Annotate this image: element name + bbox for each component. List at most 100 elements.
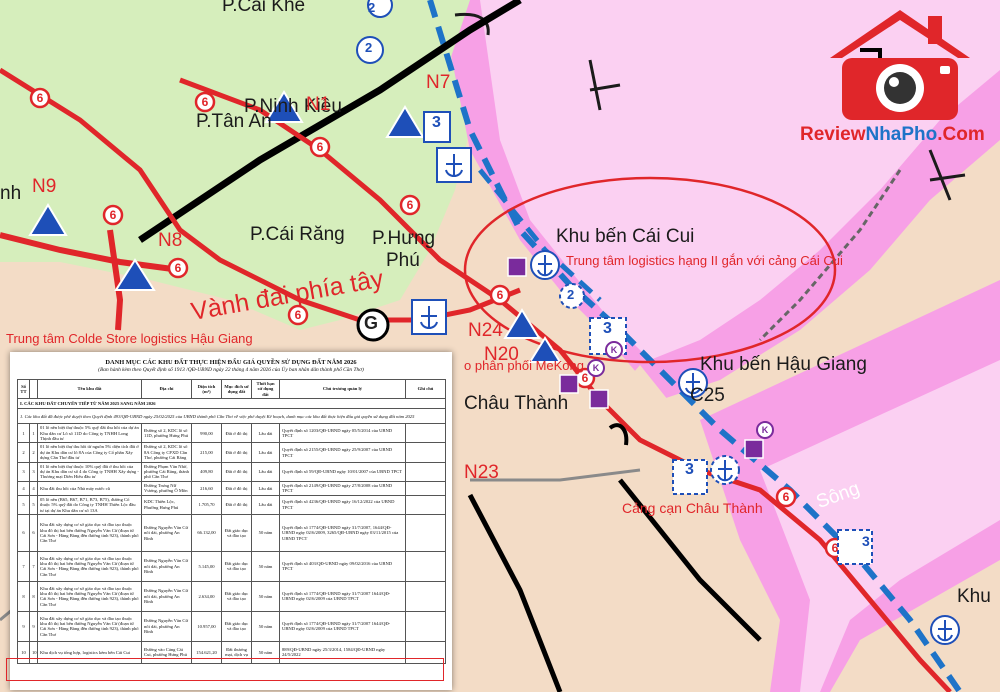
section-row: I. CÁC KHU ĐẤT CHUYỂN TIẾP TỪ NĂM 2025 S… <box>17 398 446 410</box>
table-cell: Khu đất xây dựng cơ sở giáo dục và đào t… <box>37 580 142 612</box>
table-header: Ghi chú <box>405 378 446 400</box>
table-cell: 50 năm <box>251 640 280 664</box>
table-cell: Quyết định số 1774/QĐ-UBND ngày 31/7/200… <box>279 580 406 612</box>
document-title: DANH MỤC CÁC KHU ĐẤT THỰC HIỆN ĐẤU GIÁ Q… <box>105 359 357 366</box>
table-cell: 9 <box>17 610 30 642</box>
table-header: Địa chỉ <box>141 378 192 400</box>
reviewnhapho-logo[interactable]: ReviewNhaPho.Com <box>800 6 995 156</box>
table-row: 6 6 Khu đất xây dựng cơ sở giáo dục và đào… <box>17 513 446 552</box>
table-row: 9 9 Khu đất xây dựng cơ sở giáo dục và đào… <box>17 610 446 642</box>
table-cell <box>405 580 446 612</box>
table-header: Số TT <box>17 378 30 400</box>
port-number: 3 <box>432 114 441 131</box>
table-cell: Đường Phạm Văn Nhờ, phường Cái Răng, thà… <box>141 461 192 482</box>
table-cell: 66.132,00 <box>191 513 222 552</box>
land-list-table: Số TT Tên khu đất Địa chỉ Diện tích (m²)… <box>17 378 446 664</box>
route-6-label: 6 <box>832 541 839 555</box>
table-cell: Quyết định số 1774/QĐ-UBND ngày 31/7/200… <box>279 610 406 642</box>
route-6-label: 6 <box>295 308 302 322</box>
table-cell: 5 <box>17 494 30 515</box>
table-cell: Đất giáo dục và đào tạo <box>221 610 252 642</box>
table-cell <box>405 513 446 552</box>
place-nh: nh <box>0 183 22 204</box>
table-cell: 10 <box>29 640 38 664</box>
table-cell: 2 <box>29 442 38 463</box>
table-cell: 01 lô nền biệt thự thuộc 10% quỹ đất ở t… <box>37 461 142 482</box>
section-note-row: 1. Các khu đất đã được phê duyệt theo Qu… <box>17 408 446 425</box>
table-cell: Đường Nguyễn Văn Cừ nối dài, phường An B… <box>141 580 192 612</box>
table-row: 5 5 05 lô nền (B65, B67, B71, B73, B75), đ… <box>17 494 446 515</box>
table-cell: 01 lô nền biệt thự thu hồi từ nguồn 5% d… <box>37 442 142 463</box>
table-cell: Lâu dài <box>251 494 280 515</box>
port-number: 3 <box>603 320 612 337</box>
road-label-n9: N9 <box>32 176 57 197</box>
table-header: Chủ trương quản lý <box>279 378 406 400</box>
table-cell: 50 năm <box>251 550 280 582</box>
dry-port-chau-thanh-label: Cảng cạn Châu Thành <box>622 500 763 516</box>
table-cell <box>405 640 446 664</box>
road-label-n7: N7 <box>426 72 451 93</box>
table-cell <box>405 494 446 515</box>
table-cell: Đường Nguyễn Văn Cừ nối dài, phường An B… <box>141 610 192 642</box>
table-cell: Đường Nguyễn Văn Cừ nối dài, phường An B… <box>141 513 192 552</box>
table-cell: Lâu dài <box>251 480 280 496</box>
document-subtitle: (Ban hành kèm theo Quyết định số 1913 /Q… <box>98 367 364 373</box>
table-row-highlighted: 10 10 Khu dịch vụ tổng hợp, logistics kèm … <box>17 640 446 664</box>
table-cell: 1 <box>17 423 30 444</box>
cold-store-label: Trung tâm Colde Store logistics Hậu Gian… <box>6 331 253 346</box>
table-header: Mục đích sử dụng đất <box>221 378 252 400</box>
table-header: Thời hạn sử dụng đất <box>251 378 280 400</box>
section-heading: I. CÁC KHU ĐẤT CHUYỂN TIẾP TỪ NĂM 2025 S… <box>17 398 446 410</box>
place-khu: Khu <box>957 586 991 607</box>
table-cell: Quyết định số 2149/QĐ-UBND ngày 27/8/200… <box>279 480 406 496</box>
table-cell: 01 lô nền biệt thự thuộc 5% quỹ đất thu … <box>37 423 142 444</box>
table-cell: 05 lô nền (B65, B67, B71, B73, B75), đườ… <box>37 494 142 515</box>
table-cell: Quyết định số 59/QĐ-UBND ngày 10/01/2007… <box>279 461 406 482</box>
table-cell: Lâu dài <box>251 423 280 444</box>
place-chau-thanh: Châu Thành <box>464 393 569 414</box>
place-hung-phu-line1: P.Hưng <box>372 228 436 249</box>
route-6-label: 6 <box>202 95 209 109</box>
table-cell: Lâu dài <box>251 461 280 482</box>
table-cell: 10 <box>17 640 30 664</box>
table-cell: Khu đất xây dựng cơ sở giáo dục và đào t… <box>37 513 142 552</box>
table-cell: Quyết định số 1774/QĐ-UBND ngày 31/7/200… <box>279 513 406 552</box>
table-cell: 9 <box>29 610 38 642</box>
table-cell: 1 <box>29 423 38 444</box>
port-number: 2 <box>368 0 376 15</box>
table-cell: 409,80 <box>191 461 222 482</box>
table-cell: Đất ở đô thị <box>221 480 252 496</box>
logo-text-com: .Com <box>937 124 985 145</box>
table-header: Tên khu đất <box>37 378 142 400</box>
house-camera-icon <box>830 10 970 120</box>
port-number: 3 <box>685 461 694 478</box>
table-header: Diện tích (m²) <box>191 378 222 400</box>
logo-text-nhapho: NhaPho <box>865 124 938 145</box>
table-cell: Đất ở đô thị <box>221 494 252 515</box>
road-label-n1: N1 <box>306 94 331 115</box>
table-cell: 216,60 <box>191 480 222 496</box>
route-6-label: 6 <box>37 91 44 105</box>
place-cai-rang: P.Cái Răng <box>250 224 345 245</box>
table-cell <box>405 480 446 496</box>
table-row: 1 1 01 lô nền biệt thự thuộc 5% quỹ đất th… <box>17 423 446 444</box>
table-row: 4 4 Khu đất thu hồi của Nhà máy nước cũ Đườ… <box>17 480 446 496</box>
table-cell <box>405 610 446 642</box>
table-cell <box>405 423 446 444</box>
table-cell: 7 <box>17 550 30 582</box>
table-cell: 3 <box>29 461 38 482</box>
table-cell: Đường Trưng Nữ Vương, phường Ô Môn <box>141 480 192 496</box>
port-label-hau-giang: Khu bến Hậu Giang <box>700 354 867 375</box>
logistics-marker-icon <box>744 439 764 459</box>
table-cell: 3 <box>17 461 30 482</box>
logistics-center-label: Trung tâm logistics hạng II gắn với cảng… <box>566 253 843 268</box>
place-hung-phu-line2: Phú <box>386 250 420 271</box>
road-label-n23: N23 <box>464 462 499 483</box>
place-cai-khe: P.Cái Khế <box>222 0 306 16</box>
table-cell: 50 năm <box>251 580 280 612</box>
table-cell: 154.621,20 <box>191 640 222 664</box>
table-cell: Đường số 2, KDC lô số 8A Công ty CPXD Cầ… <box>141 442 192 463</box>
table-cell: 50 năm <box>251 513 280 552</box>
logistics-marker-icon <box>589 389 609 409</box>
road-label-c25: C25 <box>690 385 725 406</box>
